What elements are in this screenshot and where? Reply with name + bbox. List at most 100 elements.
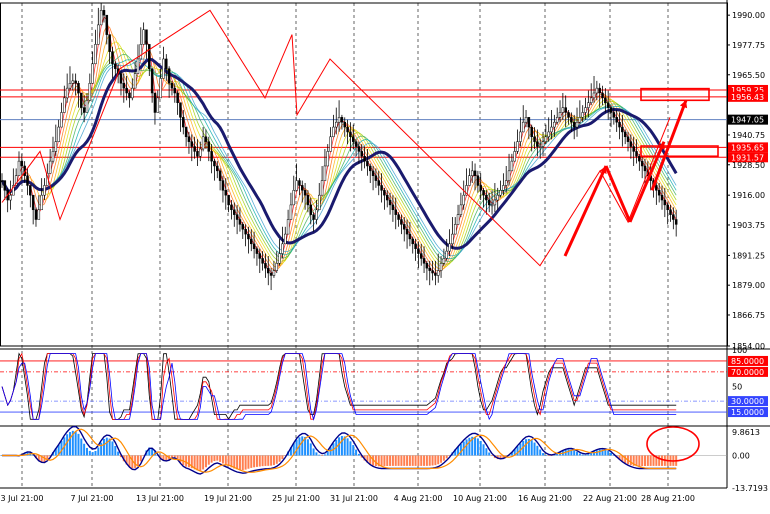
price-candle-body bbox=[592, 92, 596, 99]
price-candle-body bbox=[77, 83, 80, 94]
price-candle-body bbox=[233, 209, 236, 215]
price-candle-body bbox=[476, 175, 480, 186]
price-candle-body bbox=[657, 190, 661, 196]
price-candle-body bbox=[482, 190, 485, 196]
price-candle-body bbox=[281, 243, 284, 254]
price-candle-body bbox=[165, 58, 168, 69]
price-candle-body bbox=[218, 170, 222, 181]
macd-histogram-bar bbox=[406, 455, 409, 466]
x-tick-label: 10 Aug 21:00 bbox=[453, 494, 507, 503]
macd-histogram-bar bbox=[301, 436, 304, 456]
macd-histogram-bar bbox=[394, 455, 397, 466]
y-tick-label: 1940.75 bbox=[732, 131, 765, 140]
price-candle-body bbox=[71, 80, 75, 84]
price-candle-body bbox=[640, 160, 644, 167]
price-candle-body bbox=[519, 131, 522, 142]
price-candle-body bbox=[196, 151, 199, 157]
price-candle-body bbox=[292, 190, 296, 206]
macd-histogram-bar bbox=[567, 449, 570, 456]
price-candle-body bbox=[261, 258, 264, 264]
price-candle-body bbox=[354, 141, 358, 147]
price-candle-body bbox=[201, 136, 205, 150]
price-level-tag: 1956.43 bbox=[731, 93, 764, 102]
price-candle-body bbox=[578, 117, 582, 123]
macd-histogram-bar bbox=[83, 443, 86, 456]
price-candle-body bbox=[570, 117, 573, 123]
price-candle-body bbox=[343, 121, 346, 128]
price-candle-body bbox=[272, 270, 276, 276]
price-candle-body bbox=[184, 126, 188, 138]
price-candle-body bbox=[85, 100, 89, 113]
price-candle-body bbox=[193, 146, 196, 152]
macd-histogram-bar bbox=[185, 455, 188, 467]
price-candle-body bbox=[156, 97, 160, 113]
y-tick-label: 1879.00 bbox=[732, 281, 765, 290]
price-candle-body bbox=[544, 136, 548, 142]
price-candle-body bbox=[436, 270, 440, 276]
red-arrow-shaft bbox=[563, 165, 608, 257]
price-candle-body bbox=[114, 63, 117, 69]
macd-histogram-bar bbox=[241, 455, 244, 471]
price-candle-body bbox=[306, 194, 310, 206]
price-candle-body bbox=[581, 112, 584, 118]
price-candle-body bbox=[499, 190, 502, 196]
price-candle-body bbox=[238, 219, 242, 225]
price-candle-body bbox=[329, 136, 332, 152]
price-candle-body bbox=[284, 233, 287, 245]
price-candle-body bbox=[207, 141, 211, 152]
price-candle-body bbox=[298, 180, 301, 186]
price-candle-body bbox=[227, 194, 230, 206]
macd-histogram-bar bbox=[578, 453, 581, 456]
macd-histogram-bar bbox=[428, 455, 431, 466]
price-candle-body bbox=[102, 10, 106, 16]
macd-histogram-bar bbox=[479, 440, 482, 456]
price-candle-body bbox=[264, 263, 267, 269]
macd-histogram-bar bbox=[117, 451, 120, 456]
oscillator-level-tag: 85.0000 bbox=[731, 357, 764, 366]
y-tick-label: 1928.50 bbox=[732, 161, 765, 170]
price-candle-body bbox=[244, 228, 247, 235]
price-candle-body bbox=[394, 209, 397, 215]
price-candle-body bbox=[541, 141, 545, 147]
macd-histogram-bar bbox=[607, 451, 610, 456]
price-candle-body bbox=[453, 224, 457, 235]
price-candle-body bbox=[553, 121, 556, 128]
price-candle-body bbox=[210, 151, 213, 162]
price-candle-body bbox=[335, 121, 338, 128]
price-candle-body bbox=[235, 214, 239, 220]
y-tick-label: 1891.25 bbox=[732, 251, 765, 260]
macd-histogram-bar bbox=[244, 455, 247, 470]
macd-histogram-bar bbox=[68, 432, 71, 456]
macd-histogram-bar bbox=[66, 434, 69, 456]
price-candle-body bbox=[119, 73, 123, 84]
macd-histogram-bar bbox=[587, 454, 590, 456]
price-candle-body bbox=[182, 117, 185, 128]
macd-histogram-bar bbox=[417, 455, 420, 466]
macd-histogram-bar bbox=[204, 455, 207, 468]
price-candle-body bbox=[60, 112, 63, 128]
macd-histogram-bar bbox=[105, 437, 108, 456]
price-candle-body bbox=[289, 204, 293, 220]
macd-histogram-bar bbox=[258, 455, 261, 467]
macd-histogram-bar bbox=[576, 451, 579, 456]
price-candle-body bbox=[612, 112, 616, 118]
price-candle-body bbox=[286, 219, 290, 235]
macd-histogram-bar bbox=[442, 455, 445, 461]
price-candle-body bbox=[133, 73, 137, 89]
price-candle-body bbox=[669, 209, 672, 215]
macd-histogram-bar bbox=[323, 454, 326, 456]
price-candle-body bbox=[142, 29, 145, 45]
price-candle-body bbox=[190, 141, 194, 147]
price-candle-body bbox=[445, 250, 448, 259]
macd-histogram-bar bbox=[391, 455, 394, 466]
macd-histogram-bar bbox=[357, 453, 360, 456]
price-candle-body bbox=[487, 199, 491, 206]
macd-histogram-bar bbox=[383, 455, 386, 467]
y-tick-label: 1965.50 bbox=[732, 71, 765, 80]
price-candle-body bbox=[337, 117, 341, 123]
macd-histogram-bar bbox=[114, 445, 117, 456]
macd-tick-label: -13.7193 bbox=[732, 484, 768, 493]
price-candle-body bbox=[468, 175, 471, 186]
oscillator-line bbox=[1, 352, 677, 420]
price-candle-body bbox=[29, 185, 32, 196]
